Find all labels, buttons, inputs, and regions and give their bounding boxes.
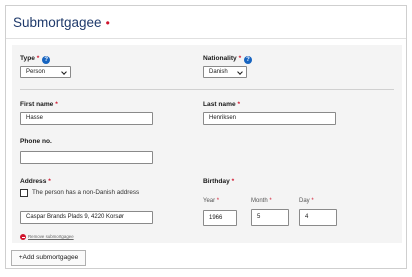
day-label-text: Day [299,198,310,204]
birthday-label-text: Birthday [203,178,230,185]
phone-label: Phone no. [20,138,52,145]
year-label-text: Year [203,198,216,204]
first-name-required-mark: * [55,101,58,108]
type-required-mark: * [36,55,40,62]
last-name-required-mark: * [237,101,241,108]
last-name-label: Last name * [203,101,240,108]
day-label: Day * [299,198,314,204]
month-label: Month * [251,198,272,204]
submortgagee-form-panel: Type * ? Person Nationality * ? Danish F… [12,45,402,243]
day-required-mark: * [311,198,314,204]
add-submortgagee-button[interactable]: +Add submortgagee [11,250,86,266]
help-icon[interactable]: ? [42,56,51,64]
type-select[interactable]: Person [20,66,71,78]
month-label-text: Month [251,198,268,204]
card-header: Submortgagee • [6,6,406,39]
year-label: Year * [203,198,219,204]
last-name-input[interactable]: Henriksen [203,112,336,125]
chevron-down-icon [237,69,243,75]
section-divider [20,89,394,90]
nationality-select-value: Danish [209,69,228,75]
nationality-label: Nationality * ? [203,55,252,64]
help-icon[interactable]: ? [243,56,252,64]
last-name-label-text: Last name [203,101,236,108]
birthday-required-mark: * [231,178,235,185]
nationality-label-text: Nationality [203,55,237,62]
non-danish-address-label[interactable]: The person has a non-Danish address [32,189,139,196]
first-name-label-text: First name [20,101,54,108]
month-required-mark: * [269,198,272,204]
address-required-mark: * [48,178,51,185]
address-label-text: Address [20,178,47,185]
card-title-text: Submortgagee [13,15,102,30]
type-label-text: Type [20,55,35,62]
first-name-label: First name * [20,101,58,108]
address-input[interactable]: Caspar Brands Plads 9, 4220 Korsør [20,211,153,224]
chevron-down-icon [61,69,67,75]
remove-submortgagee-link[interactable]: Remove submortgagee [28,234,74,239]
day-input[interactable]: 4 [299,209,337,226]
year-input[interactable]: 1966 [203,210,237,226]
first-name-input[interactable]: Hasse [20,112,153,125]
nationality-required-mark: * [238,55,242,62]
birthday-label: Birthday * [203,178,234,185]
year-required-mark: * [216,198,220,204]
address-label: Address * [20,178,51,185]
submortgagee-card: Submortgagee • Type * ? Person Nationalit… [5,5,407,269]
required-marker: • [105,16,110,30]
type-select-value: Person [26,69,46,75]
non-danish-address-checkbox[interactable] [20,189,28,197]
minus-circle-icon[interactable] [20,234,26,240]
card-title: Submortgagee • [13,15,110,30]
month-input[interactable]: 5 [251,209,289,226]
type-label: Type * ? [20,55,51,64]
nationality-select[interactable]: Danish [203,66,247,78]
phone-input[interactable] [20,151,153,164]
